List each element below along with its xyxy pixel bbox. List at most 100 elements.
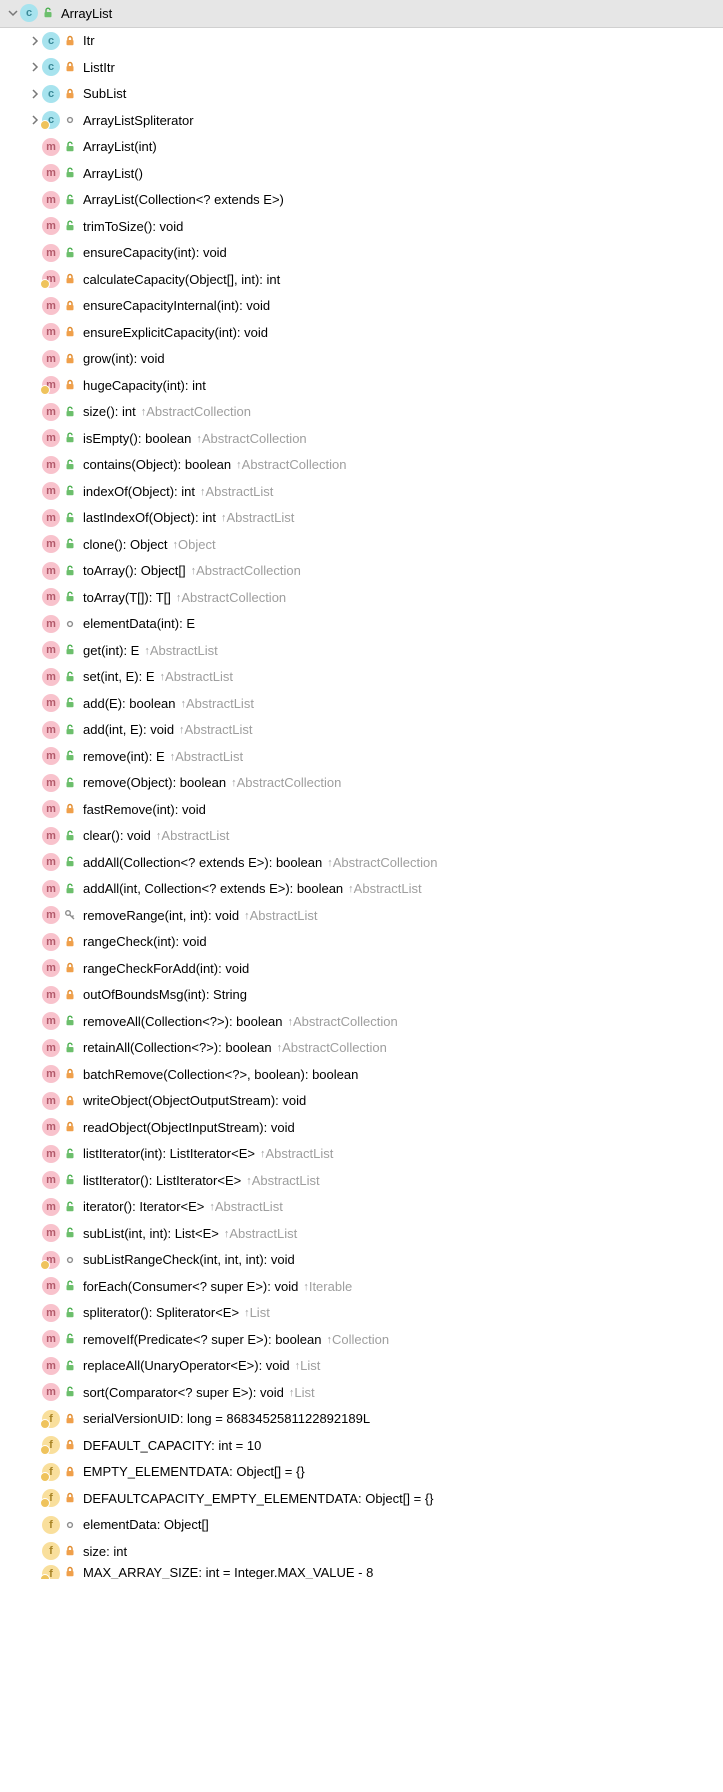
tree-row[interactable]: mtoArray(): Object[]↑AbstractCollection — [0, 558, 723, 585]
chevron-right-icon[interactable] — [28, 60, 42, 74]
private-access-icon — [63, 1120, 77, 1134]
tree-row[interactable]: mindexOf(Object): int↑AbstractList — [0, 478, 723, 505]
tree-row[interactable]: mensureCapacity(int): void — [0, 240, 723, 267]
tree-row[interactable]: fEMPTY_ELEMENTDATA: Object[] = {} — [0, 1459, 723, 1486]
method-icon: m — [42, 1251, 60, 1269]
private-access-icon — [63, 1565, 77, 1579]
tree-row[interactable]: madd(int, E): void↑AbstractList — [0, 717, 723, 744]
tree-row[interactable]: madd(E): boolean↑AbstractList — [0, 690, 723, 717]
member-label: calculateCapacity(Object[], int): int — [83, 272, 280, 287]
tree-row[interactable]: mlistIterator(int): ListIterator<E>↑Abst… — [0, 1141, 723, 1168]
method-icon: m — [42, 1092, 60, 1110]
method-icon: m — [42, 191, 60, 209]
tree-row[interactable]: mremoveRange(int, int): void↑AbstractLis… — [0, 902, 723, 929]
tree-row[interactable]: miterator(): Iterator<E>↑AbstractList — [0, 1194, 723, 1221]
tree-row[interactable]: fserialVersionUID: long = 86834525811228… — [0, 1406, 723, 1433]
tree-row[interactable]: cSubList — [0, 81, 723, 108]
tree-row[interactable]: moutOfBoundsMsg(int): String — [0, 982, 723, 1009]
tree-row[interactable]: fMAX_ARRAY_SIZE: int = Integer.MAX_VALUE… — [0, 1565, 723, 1579]
member-label: rangeCheck(int): void — [83, 934, 207, 949]
tree-row[interactable]: mrangeCheck(int): void — [0, 929, 723, 956]
tree-row[interactable]: mretainAll(Collection<?>): boolean↑Abstr… — [0, 1035, 723, 1062]
tree-row[interactable]: m subListRangeCheck(int, int, int): void — [0, 1247, 723, 1274]
tree-row[interactable]: misEmpty(): boolean↑AbstractCollection — [0, 425, 723, 452]
member-label: EMPTY_ELEMENTDATA: Object[] = {} — [83, 1464, 305, 1479]
method-icon: m — [42, 880, 60, 898]
tree-row[interactable]: mreadObject(ObjectInputStream): void — [0, 1114, 723, 1141]
tree-row[interactable]: maddAll(int, Collection<? extends E>): b… — [0, 876, 723, 903]
tree-row[interactable]: cArrayList — [0, 0, 723, 28]
tree-row[interactable]: cItr — [0, 28, 723, 55]
tree-row[interactable]: melementData(int): E — [0, 611, 723, 638]
tree-row[interactable]: mget(int): E↑AbstractList — [0, 637, 723, 664]
tree-row[interactable]: mensureCapacityInternal(int): void — [0, 293, 723, 320]
tree-row[interactable]: cListItr — [0, 54, 723, 81]
tree-row[interactable]: mlastIndexOf(Object): int↑AbstractList — [0, 505, 723, 532]
tree-row[interactable]: mforEach(Consumer<? super E>): void↑Iter… — [0, 1273, 723, 1300]
tree-row[interactable]: maddAll(Collection<? extends E>): boolea… — [0, 849, 723, 876]
method-icon: m — [42, 403, 60, 421]
member-label: elementData: Object[] — [83, 1517, 209, 1532]
member-label: subListRangeCheck(int, int, int): void — [83, 1252, 295, 1267]
member-label: isEmpty(): boolean — [83, 431, 191, 446]
tree-row[interactable]: cArrayListSpliterator — [0, 107, 723, 134]
override-indicator: ↑AbstractList — [260, 1146, 333, 1161]
tree-row[interactable]: mArrayList(int) — [0, 134, 723, 161]
method-icon: m — [42, 1171, 60, 1189]
method-icon: m — [42, 535, 60, 553]
tree-row[interactable]: mwriteObject(ObjectOutputStream): void — [0, 1088, 723, 1115]
method-icon: m — [42, 668, 60, 686]
override-indicator: ↑AbstractCollection — [191, 563, 301, 578]
tree-row[interactable]: mtoArray(T[]): T[]↑AbstractCollection — [0, 584, 723, 611]
tree-row[interactable]: mcalculateCapacity(Object[], int): int — [0, 266, 723, 293]
tree-row[interactable]: m batchRemove(Collection<?>, boolean): bo… — [0, 1061, 723, 1088]
tree-row[interactable]: mlistIterator(): ListIterator<E>↑Abstrac… — [0, 1167, 723, 1194]
chevron-right-icon[interactable] — [28, 87, 42, 101]
tree-row[interactable]: mgrow(int): void — [0, 346, 723, 373]
tree-row[interactable]: mclone(): Object↑Object — [0, 531, 723, 558]
tree-row[interactable]: mspliterator(): Spliterator<E>↑List — [0, 1300, 723, 1327]
tree-row[interactable]: fDEFAULT_CAPACITY: int = 10 — [0, 1432, 723, 1459]
tree-row[interactable]: mtrimToSize(): void — [0, 213, 723, 240]
tree-row[interactable]: mset(int, E): E↑AbstractList — [0, 664, 723, 691]
field-icon: f — [42, 1436, 60, 1454]
member-label: ArrayListSpliterator — [83, 113, 194, 128]
tree-row[interactable]: mremoveIf(Predicate<? super E>): boolean… — [0, 1326, 723, 1353]
tree-row[interactable]: msubList(int, int): List<E>↑AbstractList — [0, 1220, 723, 1247]
method-icon: m — [42, 1065, 60, 1083]
chevron-right-icon[interactable] — [28, 34, 42, 48]
method-icon: m — [42, 1012, 60, 1030]
method-icon: m — [42, 959, 60, 977]
override-indicator: ↑List — [295, 1358, 321, 1373]
public-access-icon — [63, 166, 77, 180]
member-label: batchRemove(Collection<?>, boolean): boo… — [83, 1067, 358, 1082]
tree-row[interactable]: mremoveAll(Collection<?>): boolean↑Abstr… — [0, 1008, 723, 1035]
class-icon: c — [20, 4, 38, 22]
tree-row[interactable]: mArrayList(Collection<? extends E>) — [0, 187, 723, 214]
private-access-icon — [63, 34, 77, 48]
public-access-icon — [63, 1359, 77, 1373]
tree-row[interactable]: mclear(): void↑AbstractList — [0, 823, 723, 850]
method-icon: m — [42, 1357, 60, 1375]
tree-row[interactable]: mensureExplicitCapacity(int): void — [0, 319, 723, 346]
tree-row[interactable]: mremove(int): E↑AbstractList — [0, 743, 723, 770]
public-access-icon — [63, 882, 77, 896]
tree-row[interactable]: msize(): int↑AbstractCollection — [0, 399, 723, 426]
tree-row[interactable]: mcontains(Object): boolean↑AbstractColle… — [0, 452, 723, 479]
package-access-icon — [63, 113, 77, 127]
member-label: spliterator(): Spliterator<E> — [83, 1305, 239, 1320]
tree-row[interactable]: felementData: Object[] — [0, 1512, 723, 1539]
member-label: remove(Object): boolean — [83, 775, 226, 790]
tree-row[interactable]: fDEFAULTCAPACITY_EMPTY_ELEMENTDATA: Obje… — [0, 1485, 723, 1512]
chevron-down-icon[interactable] — [6, 6, 20, 20]
tree-row[interactable]: mfastRemove(int): void — [0, 796, 723, 823]
member-label: iterator(): Iterator<E> — [83, 1199, 204, 1214]
tree-row[interactable]: mhugeCapacity(int): int — [0, 372, 723, 399]
tree-row[interactable]: mreplaceAll(UnaryOperator<E>): void↑List — [0, 1353, 723, 1380]
tree-row[interactable]: msort(Comparator<? super E>): void↑List — [0, 1379, 723, 1406]
tree-row[interactable]: mrangeCheckForAdd(int): void — [0, 955, 723, 982]
tree-row[interactable]: fsize: int — [0, 1538, 723, 1565]
tree-row[interactable]: mremove(Object): boolean↑AbstractCollect… — [0, 770, 723, 797]
member-label: size: int — [83, 1544, 127, 1559]
tree-row[interactable]: mArrayList() — [0, 160, 723, 187]
